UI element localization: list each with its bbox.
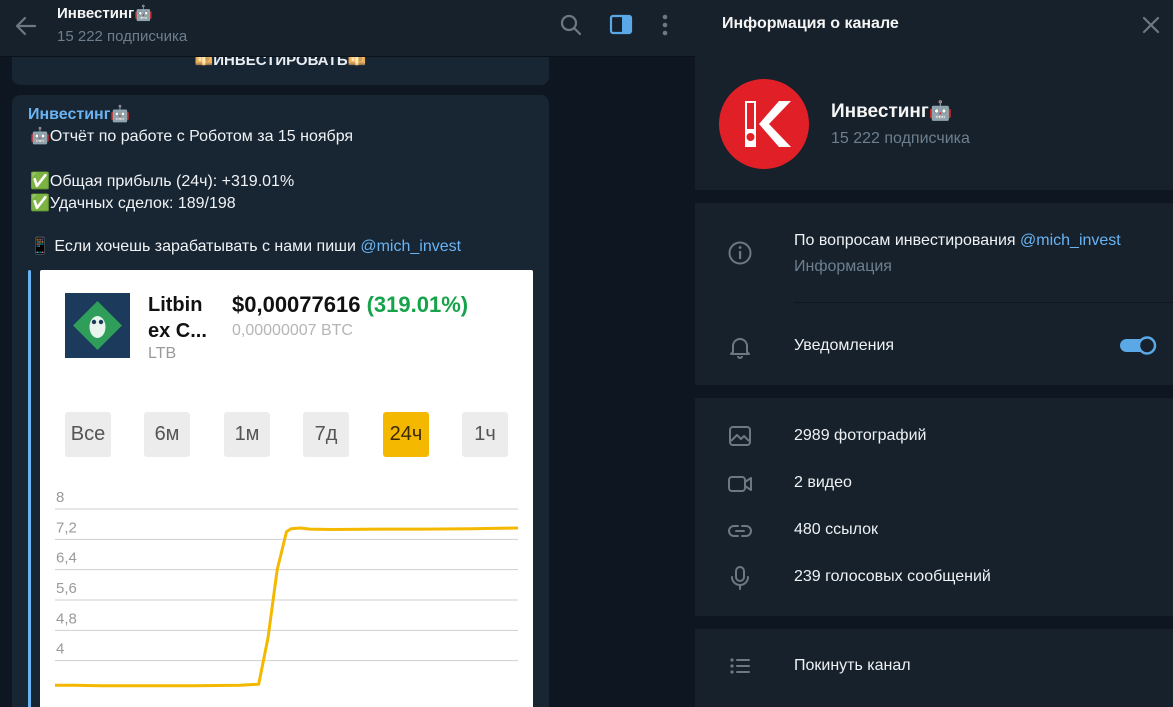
media-videos[interactable]: 2 видео xyxy=(794,474,852,492)
y-tick-label: 5,6 xyxy=(56,580,77,597)
price-value: $0,00077616 xyxy=(232,292,361,317)
leave-channel-button[interactable]: Покинуть канал xyxy=(794,657,911,675)
divider xyxy=(794,302,1173,303)
channel-info-pane: Информация о канале Инвестинг🤖 15 222 по… xyxy=(695,0,1173,707)
message-line-deals: ✅Удачных сделок: 189/198 xyxy=(30,195,236,212)
bell-icon xyxy=(730,338,750,359)
back-arrow-icon[interactable] xyxy=(12,12,40,40)
y-tick-label: 8 xyxy=(56,489,64,506)
y-tick-label: 4 xyxy=(56,641,64,658)
y-tick-label: 6,4 xyxy=(56,550,77,567)
channel-avatar[interactable] xyxy=(719,79,809,169)
chat-subscribers: 15 222 подписчика xyxy=(57,28,188,45)
coin-name: Litbin ex C... xyxy=(148,294,207,342)
info-header-block: Информация о канале Инвестинг🤖 15 222 по… xyxy=(695,0,1173,190)
price-series-line xyxy=(55,526,519,688)
range-button-1m: 1м xyxy=(224,412,270,457)
message-line-profit: ✅Общая прибыль (24ч): +319.01% xyxy=(30,173,295,190)
quote-bar xyxy=(28,270,31,707)
info-circle-icon xyxy=(728,241,752,265)
chat-header: Инвестинг🤖 15 222 подписчика xyxy=(0,0,695,57)
microphone-icon xyxy=(731,566,749,590)
coin-price-btc: 0,00000007 BTC xyxy=(232,322,353,339)
range-button-24h: 24ч xyxy=(383,412,429,457)
contact-text: 📱 Если хочешь зарабатывать с нами пиши xyxy=(30,238,361,255)
leave-block: Покинуть канал xyxy=(695,629,1173,707)
coin-ticker: LTB xyxy=(148,345,177,362)
message-line-contact: 📱 Если хочешь зарабатывать с нами пиши @… xyxy=(30,236,461,256)
message-line-report: 🤖Отчёт по работе с Роботом за 15 ноября xyxy=(30,128,354,145)
photo-icon xyxy=(729,426,751,446)
link-icon xyxy=(728,525,752,537)
notifications-label: Уведомления xyxy=(794,337,895,354)
about-label: Информация xyxy=(794,258,892,275)
price-change: (319.01%) xyxy=(366,292,469,317)
y-tick-label: 4,8 xyxy=(56,610,77,627)
chat-pane: 💴ИНВЕСТИРОВАТЬ💴 Инвестинг🤖 🤖Отчёт по раб… xyxy=(0,0,695,707)
about-mention-link[interactable]: @mich_invest xyxy=(1020,232,1121,249)
range-button-7d: 7д xyxy=(303,412,349,457)
video-icon xyxy=(728,476,752,492)
coin-price: $0,00077616 (319.01%) xyxy=(232,292,468,318)
notifications-toggle[interactable] xyxy=(1119,334,1157,356)
mention-link[interactable]: @mich_invest xyxy=(360,238,461,255)
coin-card-image[interactable]: Litbin ex C... LTB $0,00077616 (319.01%)… xyxy=(40,270,533,707)
media-block: 2989 фотографий 2 видео 480 ссылок 239 г… xyxy=(695,398,1173,616)
range-button-all: Все xyxy=(65,412,111,457)
price-chart: 8 7,2 6,4 5,6 4,8 4 xyxy=(55,489,519,688)
media-photos[interactable]: 2989 фотографий xyxy=(794,427,926,445)
message-bubble: Инвестинг🤖 🤖Отчёт по работе с Роботом за… xyxy=(12,95,549,707)
close-icon[interactable] xyxy=(1139,13,1163,37)
coin-logo xyxy=(65,293,130,358)
channel-name: Инвестинг🤖 xyxy=(831,101,953,122)
list-icon xyxy=(730,658,750,674)
channel-subscribers: 15 222 подписчика xyxy=(831,130,970,147)
media-links[interactable]: 480 ссылок xyxy=(794,521,878,539)
about-prefix: По вопросам инвестирования xyxy=(794,232,1021,249)
info-panel-title: Информация о канале xyxy=(722,15,899,32)
range-button-6m: 6м xyxy=(144,412,190,457)
media-voice[interactable]: 239 голосовых сообщений xyxy=(794,568,991,586)
more-menu-icon[interactable] xyxy=(652,12,678,38)
search-icon[interactable] xyxy=(558,12,584,38)
range-button-1h: 1ч xyxy=(462,412,508,457)
message-author[interactable]: Инвестинг🤖 xyxy=(28,104,130,124)
sidebar-toggle-icon[interactable] xyxy=(608,12,634,38)
y-tick-label: 7,2 xyxy=(56,519,77,536)
telegram-window: 💴ИНВЕСТИРОВАТЬ💴 Инвестинг🤖 🤖Отчёт по раб… xyxy=(0,0,1173,707)
chat-title[interactable]: Инвестинг🤖 xyxy=(57,4,153,22)
about-text: По вопросам инвестирования @mich_invest xyxy=(794,232,1121,250)
info-about-block: По вопросам инвестирования @mich_invest … xyxy=(695,203,1173,385)
